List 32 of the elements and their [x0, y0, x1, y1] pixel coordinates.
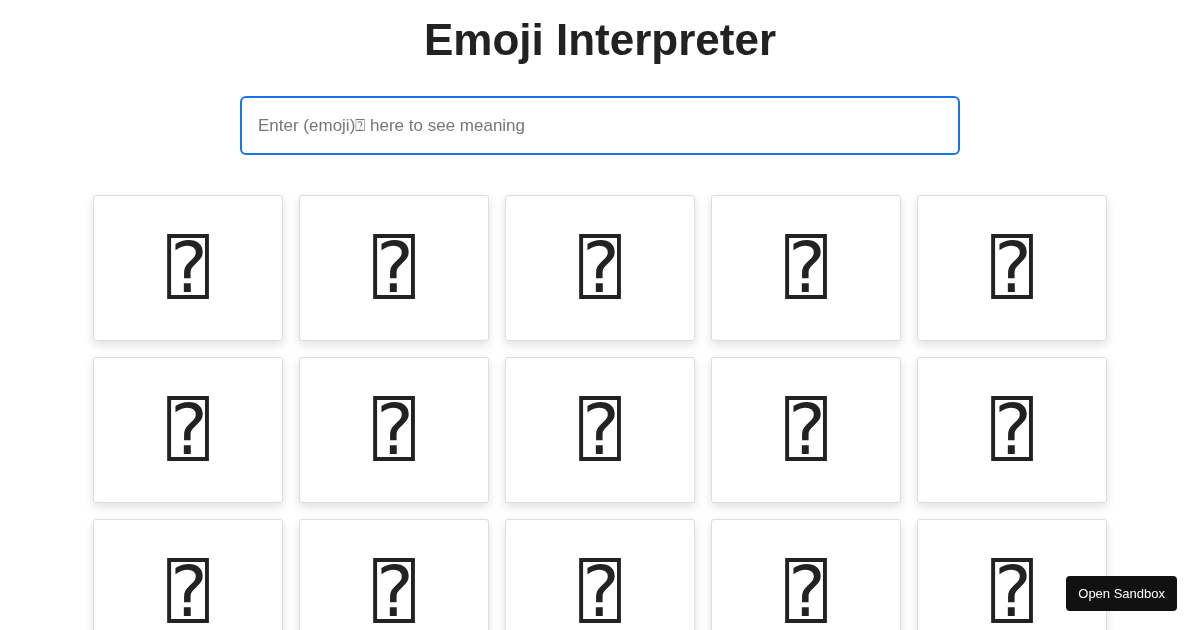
emoji-card[interactable]: ⍰: [93, 195, 283, 341]
emoji-glyph: ⍰: [784, 395, 828, 465]
emoji-card[interactable]: ⍰: [93, 519, 283, 630]
emoji-card[interactable]: ⍰: [505, 519, 695, 630]
open-sandbox-button[interactable]: Open Sandbox: [1066, 575, 1177, 611]
emoji-card[interactable]: ⍰: [505, 195, 695, 341]
emoji-glyph: ⍰: [990, 233, 1034, 303]
emoji-card[interactable]: ⍰: [711, 357, 901, 503]
emoji-card[interactable]: ⍰: [917, 195, 1107, 341]
emoji-input-field[interactable]: Enter (emoji)⍰ here to see meaning: [240, 96, 960, 155]
emoji-glyph: ⍰: [784, 233, 828, 303]
emoji-card[interactable]: ⍰: [299, 357, 489, 503]
emoji-glyph: ⍰: [578, 233, 622, 303]
emoji-glyph: ⍰: [578, 557, 622, 627]
emoji-glyph: ⍰: [784, 557, 828, 627]
page-title: Emoji Interpreter: [423, 14, 777, 66]
emoji-glyph: ⍰: [372, 557, 416, 627]
emoji-card[interactable]: ⍰: [299, 519, 489, 630]
emoji-glyph: ⍰: [990, 395, 1034, 465]
emoji-glyph: ⍰: [372, 233, 416, 303]
emoji-glyph: ⍰: [990, 557, 1034, 627]
emoji-card[interactable]: ⍰: [505, 357, 695, 503]
emoji-card[interactable]: ⍰: [299, 195, 489, 341]
emoji-card[interactable]: ⍰: [711, 519, 901, 630]
emoji-card[interactable]: ⍰: [917, 357, 1107, 503]
emoji-card[interactable]: ⍰: [711, 195, 901, 341]
emoji-glyph: ⍰: [166, 557, 210, 627]
emoji-glyph: ⍰: [166, 233, 210, 303]
emoji-card[interactable]: ⍰: [93, 357, 283, 503]
emoji-glyph: ⍰: [578, 395, 622, 465]
emoji-glyph: ⍰: [372, 395, 416, 465]
emoji-glyph: ⍰: [166, 395, 210, 465]
